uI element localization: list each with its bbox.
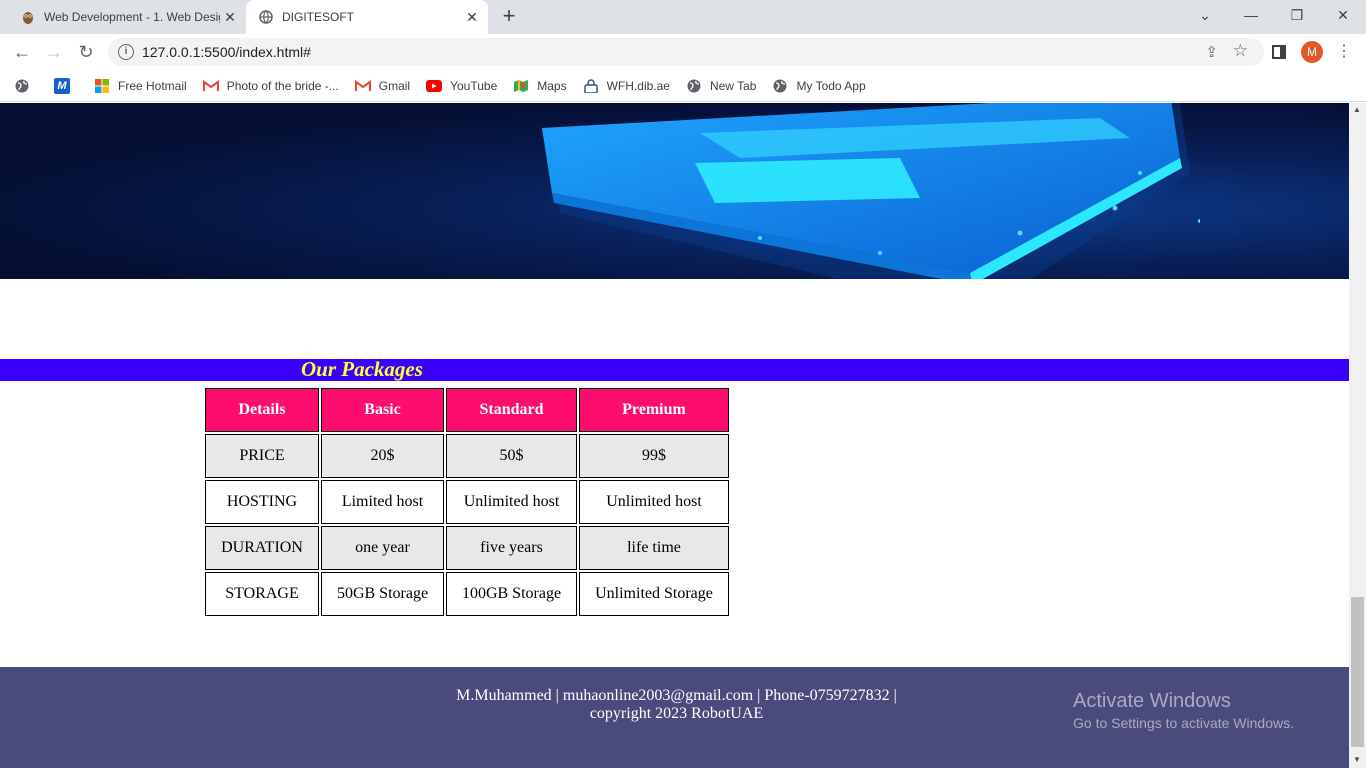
table-row: PRICE 20$ 50$ 99$ (205, 434, 729, 478)
packages-title: Our Packages (301, 357, 423, 381)
bookmark-label: YouTube (450, 78, 498, 93)
footer-contact: M.Muhammed | muhaonline2003@gmail.com | … (456, 687, 897, 704)
table-cell: five years (446, 526, 577, 570)
bookmark-m-logo[interactable]: M (54, 77, 78, 94)
gmail-icon (202, 78, 219, 94)
header-details: Details (205, 388, 319, 432)
forward-icon[interactable]: → (40, 38, 68, 66)
table-cell: Unlimited Storage (579, 572, 729, 616)
browser-toolbar: ← → ↻ i 127.0.0.1:5500/index.html# ⇪ ☆ M… (0, 34, 1366, 70)
gmail-icon (354, 78, 371, 94)
packages-table: Details Basic Standard Premium PRICE 20$… (203, 386, 731, 618)
youtube-icon (426, 78, 443, 94)
bookmark-label: WFH.dib.ae (606, 78, 670, 93)
bookmark-photo-bride[interactable]: Photo of the bride -... (202, 78, 339, 94)
scroll-up-icon[interactable]: ▲ (1353, 105, 1361, 114)
table-cell: DURATION (205, 526, 319, 570)
reload-icon[interactable]: ↻ (72, 38, 100, 66)
url-text[interactable]: 127.0.0.1:5500/index.html# (142, 44, 311, 60)
activate-windows-watermark: Activate Windows Go to Settings to activ… (1073, 689, 1294, 733)
lock-icon (583, 78, 599, 94)
table-row: HOSTING Limited host Unlimited host Unli… (205, 480, 729, 524)
table-cell: 99$ (579, 434, 729, 478)
table-cell: Unlimited host (579, 480, 729, 524)
bookmark-label: Gmail (378, 78, 411, 93)
tab-web-development[interactable]: Web Development - 1. Web Design ✕ (8, 0, 246, 34)
bookmark-maps[interactable]: Maps (513, 78, 567, 94)
table-cell: 20$ (321, 434, 444, 478)
bookmark-wfh[interactable]: WFH.dib.ae (583, 78, 670, 94)
table-cell: Unlimited host (446, 480, 577, 524)
globe-icon (772, 78, 788, 94)
address-bar[interactable]: i 127.0.0.1:5500/index.html# ⇪ ☆ (108, 38, 1264, 66)
table-cell: 50GB Storage (321, 572, 444, 616)
scroll-down-icon[interactable]: ▼ (1353, 755, 1361, 764)
hero-banner-image (0, 103, 1349, 279)
close-tab-icon[interactable]: ✕ (220, 7, 240, 27)
page-viewport: Our Packages Details Basic Standard Prem… (0, 103, 1349, 768)
tab-title: Web Development - 1. Web Design (44, 10, 220, 24)
close-window-icon[interactable]: ✕ (1320, 0, 1366, 30)
bookmark-free-hotmail[interactable]: Free Hotmail (94, 78, 187, 94)
bookmark-label: Photo of the bride -... (226, 78, 339, 93)
bookmarks-bar: M Free Hotmail Photo of the bride -... G… (0, 70, 1366, 102)
restore-icon[interactable]: ❐ (1274, 0, 1320, 30)
watermark-subtitle: Go to Settings to activate Windows. (1073, 715, 1294, 731)
table-row: DURATION one year five years life time (205, 526, 729, 570)
table-cell: life time (579, 526, 729, 570)
scroll-thumb[interactable] (1351, 597, 1364, 747)
laptop-illustration (542, 103, 1200, 279)
bookmark-globe[interactable] (14, 78, 38, 94)
tab-digitesoft[interactable]: DIGITESOFT ✕ (246, 0, 488, 34)
close-tab-icon[interactable]: ✕ (462, 7, 482, 27)
bookmark-label: Maps (537, 78, 567, 93)
table-cell: Limited host (321, 480, 444, 524)
side-panel-icon[interactable] (1272, 45, 1286, 59)
table-cell: HOSTING (205, 480, 319, 524)
bookmark-label: My Todo App (796, 78, 866, 93)
m-logo-icon: M (54, 77, 70, 94)
share-icon[interactable]: ⇪ (1205, 43, 1218, 61)
minimize-icon[interactable]: — (1228, 0, 1274, 30)
tab-strip: Web Development - 1. Web Design ✕ DIGITE… (0, 0, 1366, 34)
table-cell: one year (321, 526, 444, 570)
bookmark-label: Free Hotmail (118, 78, 187, 93)
new-tab-icon[interactable]: + (496, 5, 522, 29)
footer-copyright: copyright 2023 RobotUAE (589, 705, 764, 722)
bookmark-gmail[interactable]: Gmail (354, 78, 411, 94)
page-scrollbar[interactable]: ▲ ▼ (1349, 103, 1366, 768)
bookmark-new-tab[interactable]: New Tab (686, 78, 756, 94)
table-cell: STORAGE (205, 572, 319, 616)
globe-icon (686, 78, 702, 94)
profile-avatar[interactable]: M (1301, 41, 1323, 63)
owl-favicon-icon (20, 9, 36, 25)
footer-text: M.Muhammed | muhaonline2003@gmail.com | … (454, 687, 899, 723)
tab-search-icon[interactable]: ⌄ (1182, 0, 1228, 30)
bookmark-label: New Tab (709, 78, 757, 93)
site-info-icon[interactable]: i (118, 44, 134, 60)
bookmark-my-todo-app[interactable]: My Todo App (772, 78, 866, 94)
maps-icon (513, 78, 529, 94)
table-cell: 100GB Storage (446, 572, 577, 616)
table-cell: 50$ (446, 434, 577, 478)
packages-heading-bar: Our Packages (0, 357, 1349, 381)
menu-kebab-icon[interactable]: ⋮ (1336, 42, 1352, 62)
header-standard: Standard (446, 388, 577, 432)
tab-title: DIGITESOFT (282, 10, 354, 24)
table-header-row: Details Basic Standard Premium (205, 388, 729, 432)
watermark-title: Activate Windows (1073, 690, 1231, 712)
header-basic: Basic (321, 388, 444, 432)
back-icon[interactable]: ← (8, 38, 36, 66)
windows-icon (94, 78, 110, 94)
header-premium: Premium (579, 388, 729, 432)
table-row: STORAGE 50GB Storage 100GB Storage Unlim… (205, 572, 729, 616)
table-cell: PRICE (205, 434, 319, 478)
globe-icon (14, 78, 30, 94)
globe-icon (258, 9, 274, 25)
bookmark-youtube[interactable]: YouTube (426, 78, 497, 94)
bookmark-star-icon[interactable]: ☆ (1233, 41, 1248, 61)
